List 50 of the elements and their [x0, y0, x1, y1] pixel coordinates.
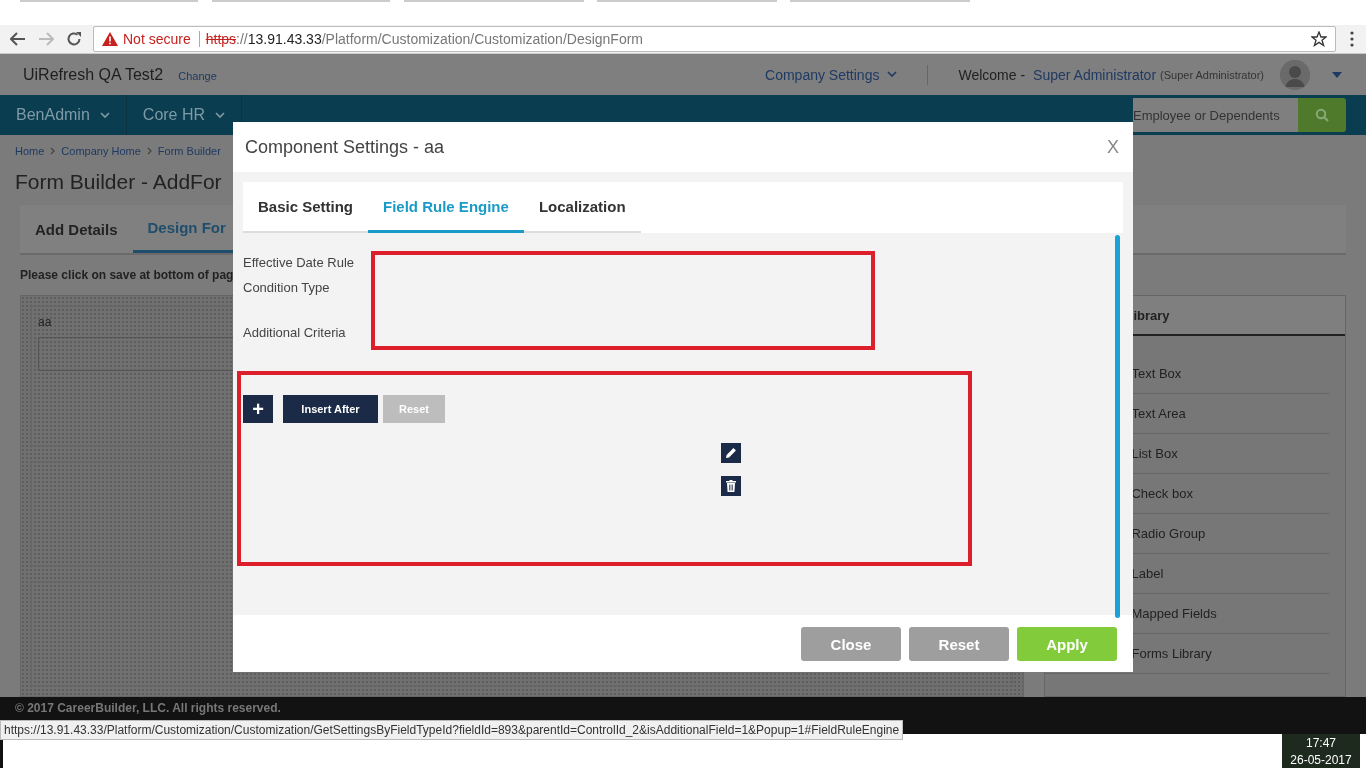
dialog-close-button[interactable]: X: [1105, 136, 1121, 158]
menu-icon[interactable]: [1350, 31, 1354, 48]
chevron-right-icon: [50, 147, 56, 156]
page-title: Form Builder - AddFor: [15, 170, 222, 195]
warning-icon: [102, 32, 118, 47]
welcome-label: Welcome -: [958, 66, 1026, 83]
insert-after-button[interactable]: Insert After: [283, 395, 378, 423]
user-role: (Super Administrator): [1160, 68, 1264, 81]
taskbar-clock[interactable]: 17:47 26-05-2017: [1282, 734, 1360, 768]
user-link[interactable]: Super Administrator: [1033, 66, 1157, 83]
scrollbar[interactable]: [1115, 235, 1120, 618]
security-label: Not secure: [123, 31, 191, 48]
search-field[interactable]: Employee or Dependents: [1133, 98, 1298, 133]
field-label: Condition Type: [243, 280, 330, 296]
address-bar[interactable]: Not secure https://13.91.43.33/Platform/Customization/Customization/DesignForm: [93, 26, 1336, 53]
field-label: aa: [38, 315, 53, 330]
search-button[interactable]: [1298, 98, 1346, 133]
company-settings-menu[interactable]: Company Settings: [765, 66, 880, 83]
breadcrumb-link[interactable]: Home: [15, 145, 45, 158]
search-icon: [1315, 108, 1329, 123]
caret-icon[interactable]: [1332, 71, 1342, 78]
breadcrumb-link[interactable]: Form Builder: [157, 145, 221, 158]
chevron-down-icon: [887, 71, 898, 78]
change-link[interactable]: Change: [178, 70, 217, 82]
url-text: https://13.91.43.33/Platform/Customization/Customization/DesignForm: [205, 31, 644, 48]
save-notice: Please click on save at bottom of pag: [20, 268, 234, 283]
dialog-tab[interactable]: Localization: [523, 182, 641, 233]
chevron-down-icon: [99, 111, 110, 119]
status-url: https://13.91.43.33/Platform/Customization/Customization/GetSettingsByFieldTypeId?fieldId=893&parentId=ControlId_2&isAdditionalField=1&Popup=1#FieldRuleEngine: [0, 720, 904, 741]
dialog-button[interactable]: Close: [801, 627, 901, 661]
dialog-title: Component Settings - aa: [245, 136, 445, 158]
chevron-right-icon: [146, 147, 152, 156]
page-tab[interactable]: Add Details: [20, 205, 133, 254]
dialog-button[interactable]: Reset: [909, 627, 1009, 661]
copyright-text: © 2017 CareerBuilder, LLC. All rights reserved.: [15, 701, 281, 716]
edit-icon[interactable]: [721, 443, 741, 463]
add-button[interactable]: +: [243, 395, 273, 423]
dialog-tab[interactable]: Basic Setting: [243, 182, 369, 233]
star-icon[interactable]: [1311, 31, 1327, 48]
field-label: Effective Date Rule: [243, 255, 355, 271]
dialog-button[interactable]: Apply: [1017, 627, 1117, 661]
clock-date: 26-05-2017: [1290, 752, 1352, 767]
clock-time: 17:47: [1306, 735, 1336, 750]
breadcrumb-link[interactable]: Company Home: [61, 145, 141, 158]
company-name: UiRefresh QA Test2: [23, 65, 164, 84]
library-title: ibrary: [1133, 307, 1170, 323]
trash-icon[interactable]: [721, 476, 741, 496]
field-label: Additional Criteria: [243, 325, 346, 341]
reset-button[interactable]: Reset: [383, 395, 445, 423]
chevron-down-icon: [215, 111, 226, 119]
